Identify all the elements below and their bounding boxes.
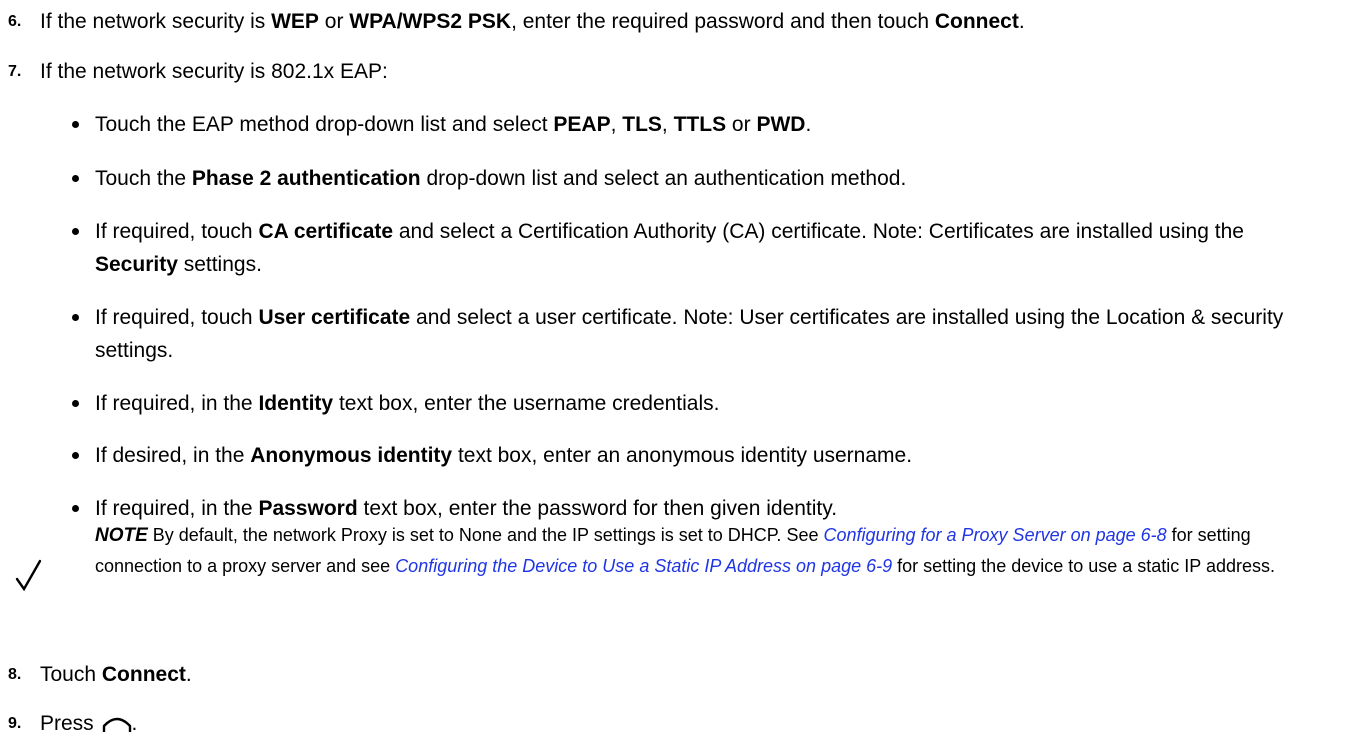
bullet-text: If desired, in the Anonymous identity te…: [95, 444, 913, 467]
bullet-text: If required, touch CA certificate and se…: [95, 220, 1244, 276]
step-number: 7.: [8, 63, 22, 80]
step-8: 8. Touch Connect.: [0, 660, 1349, 690]
note-box: NOTE By default, the network Proxy is se…: [0, 525, 1349, 675]
step-text: Touch Connect.: [40, 663, 192, 686]
step-number: 6.: [8, 13, 22, 30]
bullet-icon: [72, 228, 79, 235]
bullet-icon: [72, 314, 79, 321]
bullet-icon: [72, 505, 79, 512]
bullet-icon: [72, 400, 79, 407]
note-label: NOTE: [95, 525, 148, 546]
bullet-icon: [72, 121, 79, 128]
note-text: NOTE By default, the network Proxy is se…: [95, 525, 1276, 576]
home-icon: [102, 717, 131, 732]
step-number: 8.: [8, 666, 22, 683]
link-proxy-server[interactable]: Configuring for a Proxy Server on page 6…: [823, 525, 1166, 545]
step-text: Press .: [40, 712, 138, 735]
step-9: 9. Press .: [0, 709, 1349, 739]
step-6: 6. If the network security is WEP or WPA…: [0, 7, 1349, 37]
bullet-text: Touch the EAP method drop-down list and …: [95, 113, 812, 136]
link-static-ip[interactable]: Configuring the Device to Use a Static I…: [395, 556, 892, 576]
bullet-text: If required, touch User certificate and …: [95, 306, 1284, 362]
step-number: 9.: [8, 715, 22, 732]
bullet-icon: [72, 452, 79, 459]
bullet-icon: [72, 175, 79, 182]
step-text: If the network security is WEP or WPA/WP…: [40, 10, 1025, 33]
bullet-text: Touch the Phase 2 authentication drop-do…: [95, 167, 907, 190]
bullet-text: If required, in the Identity text box, e…: [95, 392, 720, 415]
checkmark-icon: [15, 559, 42, 592]
step-7: 7. If the network security is 802.1x EAP…: [0, 57, 1349, 87]
step-text: If the network security is 802.1x EAP:: [40, 60, 388, 83]
